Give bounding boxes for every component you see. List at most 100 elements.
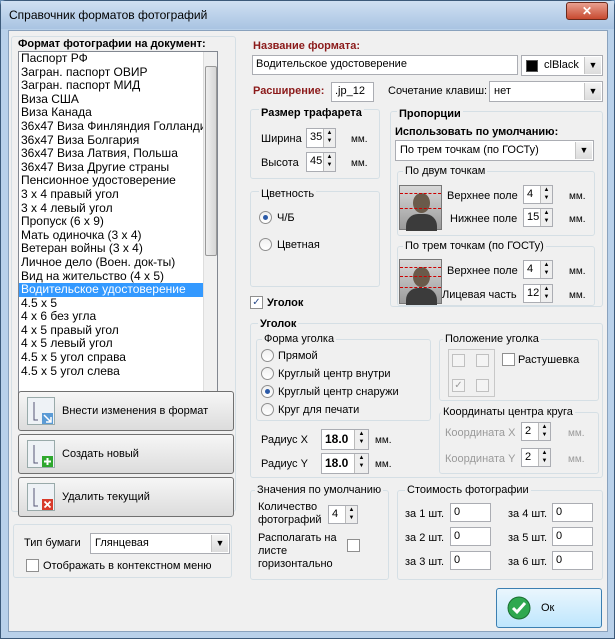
pos-bottom-left-checkbox[interactable]: ✓ (452, 379, 465, 392)
list-item[interactable]: Паспорт РФ (19, 52, 217, 66)
cost-label-3: за 3 шт. (405, 556, 445, 568)
list-item[interactable]: 36x47 Виза Финляндия Голландия (19, 120, 217, 134)
width-spinner[interactable]: ▲ ▼ (323, 129, 335, 147)
list-scrollbar[interactable] (203, 52, 217, 407)
list-item[interactable]: 36x47 Виза Болгария (19, 134, 217, 148)
top-margin-label: Верхнее поле (447, 190, 518, 202)
list-item[interactable]: Вид на жительство (4 x 5) (19, 270, 217, 284)
top-margin-input[interactable]: 4 ▲ ▼ (523, 185, 553, 204)
top3-margin-input[interactable]: 4 ▲ ▼ (523, 260, 553, 279)
coord-x-spinner[interactable]: ▲ ▼ (538, 423, 550, 440)
create-new-button[interactable]: Создать новый (18, 434, 234, 474)
list-item[interactable]: Загран. паспорт МИД (19, 79, 217, 93)
chevron-down-icon[interactable]: ▼ (575, 142, 592, 159)
bottom-margin-label: Нижнее поле (450, 213, 518, 225)
shape-radio-3[interactable] (261, 403, 274, 416)
list-item[interactable]: Виза Канада (19, 106, 217, 120)
list-item[interactable]: Пенсионное удостоверение (19, 174, 217, 188)
list-item[interactable]: Мать одиночка (3 x 4) (19, 229, 217, 243)
format-list[interactable]: Паспорт РФ Загран. паспорт ОВИР Загран. па… (18, 51, 218, 408)
list-item[interactable]: 4 x 5 правый угол (19, 324, 217, 338)
list-item[interactable]: 4.5 x 5 угол слева (19, 365, 217, 379)
height-input[interactable]: 45 ▲ ▼ (306, 152, 336, 172)
count-input[interactable]: 4 ▲ ▼ (328, 505, 358, 524)
list-item[interactable]: Загран. паспорт ОВИР (19, 66, 217, 80)
list-item[interactable]: Личное дело (Воен. док-ты) (19, 256, 217, 270)
cost-label-2: за 2 шт. (405, 532, 445, 544)
horizontal-checkbox[interactable] (347, 539, 360, 552)
horizontal-label-line1: Располагать на (258, 532, 337, 544)
cost-input-1[interactable]: 0 (450, 503, 491, 522)
portrait-two-points-icon (399, 185, 442, 231)
pos-bottom-right-checkbox[interactable] (476, 379, 489, 392)
cost-input-5[interactable]: 0 (552, 527, 593, 546)
shape-radio-0[interactable] (261, 349, 274, 362)
cost-input-3[interactable]: 0 (450, 551, 491, 570)
top-margin-spinner[interactable]: ▲ ▼ (540, 186, 552, 203)
format-name-input[interactable]: Водительское удостоверение (252, 55, 518, 75)
corner-checkbox[interactable]: ✓ (250, 296, 263, 309)
apply-changes-button[interactable]: Внести изменения в формат (18, 391, 234, 431)
list-item[interactable]: Виза США (19, 93, 217, 107)
list-item[interactable]: 4 x 6 без угла (19, 310, 217, 324)
title-bar[interactable]: Справочник форматов фотографий ✕ (1, 1, 614, 29)
list-item[interactable]: 4 x 5 левый угол (19, 337, 217, 351)
list-item[interactable]: Пропуск (6 x 9) (19, 215, 217, 229)
close-button[interactable]: ✕ (566, 2, 608, 20)
color-swatch (526, 60, 538, 72)
list-item[interactable]: 36x47 Виза Другие страны (19, 161, 217, 175)
face-part-input[interactable]: 12 ▲ ▼ (523, 284, 553, 303)
list-item[interactable]: 4.5 x 5 угол справа (19, 351, 217, 365)
bottom-margin-spinner[interactable]: ▲ ▼ (540, 209, 552, 226)
cost-input-2[interactable]: 0 (450, 527, 491, 546)
ok-button[interactable]: Ок (496, 588, 602, 628)
blur-checkbox[interactable] (502, 353, 515, 366)
height-spinner[interactable]: ▲ ▼ (323, 153, 335, 171)
pos-top-right-checkbox[interactable] (476, 354, 489, 367)
hotkey-select[interactable]: нет ▼ (489, 81, 603, 102)
radius-y-input[interactable]: 18.0 ▲ ▼ (321, 453, 369, 474)
top3-margin-unit: мм. (569, 266, 586, 277)
cost-input-6[interactable]: 0 (552, 551, 593, 570)
bw-radio[interactable] (259, 211, 272, 224)
coord-x-input[interactable]: 2 ▲ ▼ (521, 422, 551, 441)
list-item[interactable]: 3 x 4 правый угол (19, 188, 217, 202)
chevron-down-icon[interactable]: ▼ (584, 57, 601, 74)
default-method-select[interactable]: По трем точкам (по ГОСТу) ▼ (395, 140, 594, 161)
height-unit: мм. (351, 158, 368, 169)
cost-input-4[interactable]: 0 (552, 503, 593, 522)
context-menu-checkbox[interactable] (26, 559, 39, 572)
extension-input[interactable]: .jp_12 (331, 82, 374, 102)
list-item[interactable]: 4.5 x 5 (19, 297, 217, 311)
delete-current-button[interactable]: Удалить текущий (18, 477, 234, 517)
list-item[interactable]: Водительское удостоверение (19, 283, 217, 297)
radius-x-spinner[interactable]: ▲ ▼ (354, 430, 368, 449)
stencil-title: Размер трафарета (259, 107, 364, 119)
shape-radio-1[interactable] (261, 367, 274, 380)
coord-y-spinner[interactable]: ▲ ▼ (538, 449, 550, 466)
face-part-spinner[interactable]: ▲ ▼ (540, 285, 552, 302)
dialog-window: Справочник форматов фотографий ✕ Формат … (0, 0, 615, 639)
chevron-down-icon[interactable]: ▼ (211, 535, 228, 552)
three-points-title: По трем точкам (по ГОСТу) (403, 240, 546, 252)
width-input[interactable]: 35 ▲ ▼ (306, 128, 336, 148)
top3-margin-spinner[interactable]: ▲ ▼ (540, 261, 552, 278)
count-spinner[interactable]: ▲ ▼ (345, 506, 357, 523)
radius-y-spinner[interactable]: ▲ ▼ (354, 454, 368, 473)
coord-y-input[interactable]: 2 ▲ ▼ (521, 448, 551, 467)
list-item[interactable]: 36x47 Виза Латвия, Польша (19, 147, 217, 161)
radius-x-input[interactable]: 18.0 ▲ ▼ (321, 429, 369, 450)
chevron-down-icon[interactable]: ▼ (584, 83, 601, 100)
paper-type-select[interactable]: Глянцевая ▼ (90, 533, 230, 554)
color-select[interactable]: clBlack ▼ (521, 55, 603, 76)
color-label: Цветная (277, 239, 320, 251)
list-item[interactable]: 3 x 4 левый угол (19, 202, 217, 216)
scroll-thumb[interactable] (205, 66, 217, 256)
list-item[interactable]: Ветеран войны (3 x 4) (19, 242, 217, 256)
shape-radio-2[interactable] (261, 385, 274, 398)
cost-label-1: за 1 шт. (405, 508, 445, 520)
pos-top-left-checkbox[interactable] (452, 354, 465, 367)
bottom-margin-input[interactable]: 15 ▲ ▼ (523, 208, 553, 227)
color-radio[interactable] (259, 238, 272, 251)
bottom-margin-unit: мм. (569, 214, 586, 225)
